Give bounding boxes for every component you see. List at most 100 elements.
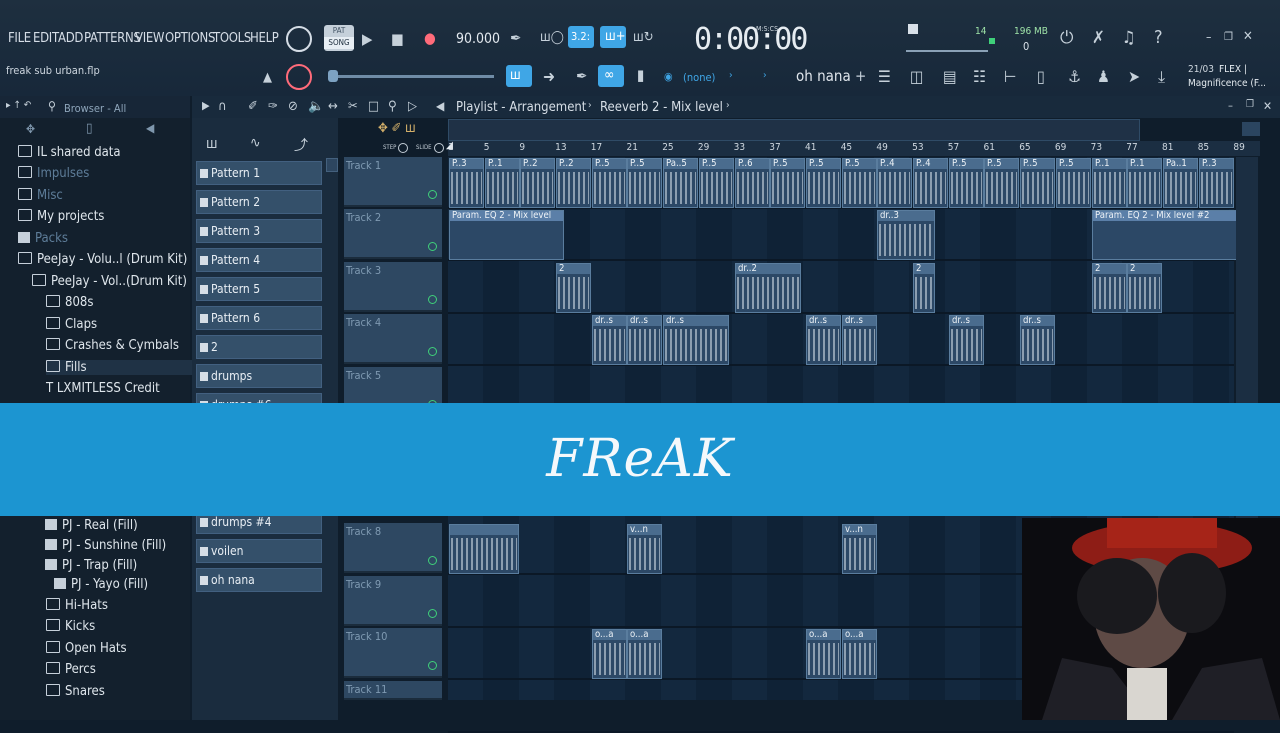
track-active-led-icon[interactable] bbox=[428, 609, 437, 618]
browser-item[interactable]: Misc bbox=[18, 188, 63, 203]
playlist-clip[interactable]: P..6 bbox=[735, 158, 770, 208]
chevron-right-icon[interactable]: › bbox=[729, 70, 733, 81]
menu-add[interactable]: ADD bbox=[58, 31, 83, 46]
playlist-clip[interactable]: P..5 bbox=[949, 158, 984, 208]
browser-item[interactable]: PeeJay - Volu..l (Drum Kit) bbox=[18, 252, 187, 267]
browser-item[interactable]: Snares bbox=[46, 684, 105, 699]
playlist-clip[interactable]: Pa..1 bbox=[1163, 158, 1198, 208]
breadcrumb-playlist[interactable]: Playlist - Arrangement bbox=[456, 100, 586, 115]
browser-item[interactable]: Open Hats bbox=[46, 641, 127, 656]
browser-title[interactable]: Browser - All bbox=[64, 102, 126, 115]
browser-nav-icon[interactable]: ▸ ↑ ↶ bbox=[6, 100, 31, 111]
playlist-clip[interactable]: o...a bbox=[627, 629, 662, 679]
browser-item[interactable]: Kicks bbox=[46, 619, 95, 634]
track-header[interactable]: Track 11 bbox=[344, 681, 442, 700]
slip-tool-icon[interactable]: ↔ bbox=[328, 99, 338, 114]
song-overview-bar[interactable] bbox=[448, 119, 1140, 141]
song-position-slider[interactable] bbox=[328, 75, 494, 78]
headphones-icon[interactable]: ◉ bbox=[664, 70, 673, 83]
browser-item[interactable]: Crashes & Cymbals bbox=[46, 338, 179, 353]
playlist-clip[interactable]: P..2 bbox=[556, 158, 591, 208]
track-header[interactable]: Track 10 bbox=[344, 628, 442, 678]
playlist-icon[interactable]: ☰ bbox=[878, 67, 891, 86]
pattern-item[interactable]: Pattern 4 bbox=[196, 248, 322, 272]
browser-file-icon[interactable]: ▯ bbox=[86, 121, 92, 136]
pattern-item[interactable]: 2 bbox=[196, 335, 322, 359]
pattern-wave-icon[interactable]: ∿ bbox=[250, 135, 261, 151]
playlist-clip[interactable]: 2 bbox=[913, 263, 935, 313]
playlist-clip[interactable]: P..2 bbox=[520, 158, 555, 208]
pattern-item[interactable]: oh nana bbox=[196, 568, 322, 592]
playlist-clip[interactable]: P..3 bbox=[1199, 158, 1234, 208]
playlist-clip[interactable]: P..5 bbox=[806, 158, 841, 208]
menu-view[interactable]: VIEW bbox=[135, 31, 165, 46]
stop-icon[interactable]: ■ bbox=[391, 30, 404, 48]
track-active-led-icon[interactable] bbox=[428, 556, 437, 565]
playlist-clip[interactable]: dr..s bbox=[663, 315, 729, 365]
playlist-clip[interactable]: dr..s bbox=[1020, 315, 1055, 365]
breadcrumb-target[interactable]: Reeverb 2 - Mix level bbox=[600, 100, 723, 115]
playlist-clip[interactable]: P..5 bbox=[984, 158, 1019, 208]
arrow-right-icon[interactable]: ➜ bbox=[543, 67, 555, 86]
mute-tool-icon[interactable]: 🔈 bbox=[308, 99, 324, 114]
track-header[interactable]: Track 3 bbox=[344, 262, 442, 312]
paint-tool-icon[interactable]: ✑ bbox=[268, 99, 278, 114]
playlist-clip[interactable]: P..4 bbox=[877, 158, 912, 208]
plugin-icon[interactable]: ⚓ bbox=[1068, 67, 1081, 86]
draw-tool-icon[interactable]: ✐ bbox=[248, 99, 258, 114]
pattern-item[interactable]: drumps bbox=[196, 364, 322, 388]
playlist-restore-icon[interactable]: ❐ bbox=[1246, 99, 1254, 110]
microphone-icon[interactable]: ♫ bbox=[1122, 28, 1136, 48]
playlist-clip[interactable]: P..1 bbox=[1127, 158, 1162, 208]
playlist-min-icon[interactable]: – bbox=[1228, 99, 1233, 112]
playlist-clip[interactable]: dr..s bbox=[806, 315, 841, 365]
playlist-clip[interactable]: P..5 bbox=[699, 158, 734, 208]
browser-item[interactable]: Fills bbox=[46, 360, 212, 375]
record-icon[interactable]: ● bbox=[424, 29, 436, 47]
browser-item[interactable]: PJ - Real (Fill) bbox=[45, 518, 138, 533]
playlist-clip[interactable]: P..3 bbox=[449, 158, 484, 208]
playlist-clip[interactable]: P..1 bbox=[1092, 158, 1127, 208]
channel-rack-icon[interactable]: ▤ bbox=[943, 67, 957, 86]
browser-item[interactable]: PeeJay - Vol..(Drum Kit) bbox=[32, 274, 187, 289]
news-preset[interactable]: Magnificence (F... bbox=[1188, 78, 1266, 89]
playlist-clip[interactable]: 2 bbox=[1127, 263, 1162, 313]
browser-item[interactable]: Hi-Hats bbox=[46, 598, 108, 613]
browser-item[interactable]: PJ - Yayo (Fill) bbox=[54, 577, 148, 592]
brush-icon[interactable]: ✒ bbox=[576, 67, 587, 85]
playlist-clip[interactable]: P..5 bbox=[842, 158, 877, 208]
step-edit-button[interactable]: ш+ bbox=[600, 26, 626, 48]
pattern-item[interactable]: voilen bbox=[196, 539, 322, 563]
snap-mode-button[interactable]: 3.2: bbox=[568, 26, 594, 48]
playlist-clip[interactable] bbox=[449, 524, 519, 574]
select-tool-icon[interactable]: □ bbox=[368, 99, 379, 114]
pattern-item[interactable]: Pattern 1 bbox=[196, 161, 322, 185]
metronome-icon[interactable]: ✒ bbox=[510, 29, 521, 47]
track-active-led-icon[interactable] bbox=[428, 190, 437, 199]
file-icon[interactable]: ▯ bbox=[1037, 67, 1045, 86]
close-icon[interactable]: ✕ bbox=[1243, 29, 1253, 44]
pattern-item[interactable]: Pattern 2 bbox=[196, 190, 322, 214]
step-toggle-icon[interactable] bbox=[398, 143, 408, 153]
loop-record-icon[interactable]: ш↻ bbox=[633, 30, 654, 45]
menu-options[interactable]: OPTIONS bbox=[165, 31, 215, 46]
download-icon[interactable]: ⤓ bbox=[1158, 67, 1165, 87]
master-pitch-knob-icon[interactable] bbox=[286, 64, 312, 90]
playlist-clip[interactable]: dr..s bbox=[627, 315, 662, 365]
midi-input-select[interactable]: (none) bbox=[683, 71, 715, 84]
browser-item[interactable]: Impulses bbox=[18, 166, 89, 181]
speaker-icon[interactable]: ◀ bbox=[436, 99, 444, 113]
playlist-clip[interactable]: P..5 bbox=[592, 158, 627, 208]
slice-tool-icon[interactable]: ✂ bbox=[348, 99, 358, 114]
browser-item[interactable]: Percs bbox=[46, 662, 96, 677]
song-position-knob-icon[interactable] bbox=[286, 26, 312, 52]
power-icon[interactable]: ⏻ bbox=[1060, 28, 1073, 48]
pattern-automation-icon[interactable]: ⤴ bbox=[294, 135, 308, 155]
pattern-item[interactable]: Pattern 5 bbox=[196, 277, 322, 301]
slide-toggle-icon[interactable] bbox=[434, 143, 444, 153]
playlist-clip[interactable]: P..1 bbox=[485, 158, 520, 208]
playlist-clip[interactable]: P..5 bbox=[1056, 158, 1091, 208]
track-active-led-icon[interactable] bbox=[428, 661, 437, 670]
metronome-small-icon[interactable]: ▲ bbox=[263, 70, 272, 85]
tempo-display[interactable]: 90.000 bbox=[456, 31, 500, 47]
